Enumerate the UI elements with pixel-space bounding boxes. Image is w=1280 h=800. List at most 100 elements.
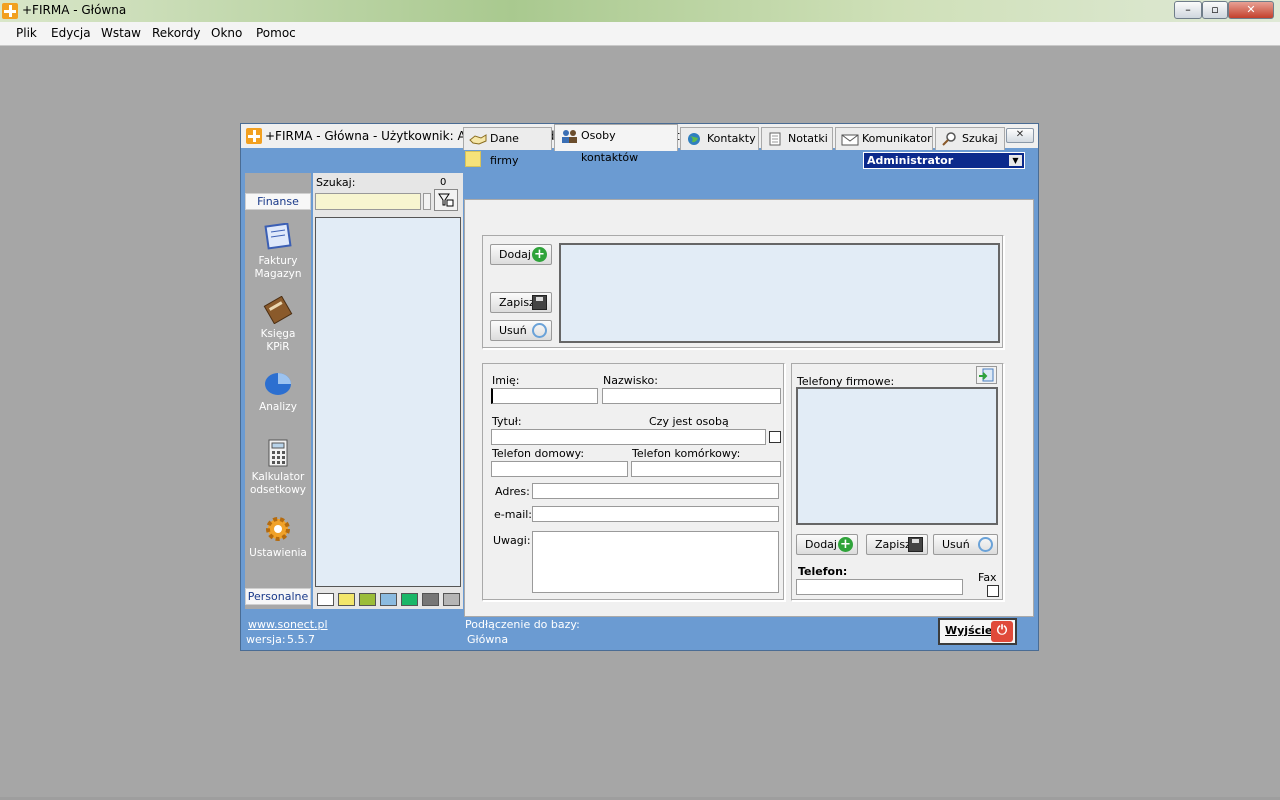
nav-label: Księga KPiR [260,328,296,353]
plus-icon: + [838,537,853,552]
color-swatch-olive[interactable] [359,593,376,606]
delete-phone-button[interactable]: Usuń [933,534,998,555]
version-label: wersja: [246,633,286,646]
minimize-button[interactable]: – [1174,1,1202,19]
company-phones-group: Telefony firmowe: Dodaj + Zapisz Usuń Te… [791,363,1004,601]
last-name-label: Nazwisko: [603,374,658,387]
user-select[interactable]: Administrator ▼ [863,152,1025,169]
people-icon [560,129,577,143]
fax-checkbox[interactable] [987,585,999,597]
search-input[interactable] [315,193,421,210]
nav-item-analizy[interactable]: Analizy [245,369,311,414]
nav-item-ksiega[interactable]: Księga KPiR [245,295,311,354]
home-phone-field[interactable] [491,461,628,477]
color-swatch-gray[interactable] [443,593,460,606]
nav-item-faktury[interactable]: Faktury Magazyn [245,222,311,281]
nav-tab-personalne[interactable]: Personalne [245,588,311,605]
tab-kontakty[interactable]: Kontakty [680,127,759,150]
contact-persons-list[interactable] [559,243,1000,343]
nav-label: Analizy [259,401,297,413]
filter-icon[interactable] [434,189,458,211]
add-phone-button[interactable]: Dodaj + [796,534,858,555]
power-icon: ⏻ [991,621,1013,642]
book-icon [263,295,293,325]
search-result-list[interactable] [315,217,461,587]
chevron-down-icon[interactable]: ▼ [1009,155,1022,166]
menu-wstaw[interactable]: Wstaw [101,26,141,40]
phone-field[interactable] [796,579,963,595]
app-logo-icon [246,128,262,144]
tab-label: Komunikator [862,132,932,145]
person-form-group: Imię: Nazwisko: Tytuł: Czy jest osobą de… [482,363,785,601]
company-phones-list[interactable] [796,387,998,525]
app-logo-icon [2,3,18,19]
phone-label: Telefon: [798,565,848,578]
exit-button[interactable]: Wyjście ⏻ [938,618,1017,645]
handshake-icon [469,132,487,146]
left-nav: Finanse Faktury Magazyn Księga KPiR Anal… [245,173,311,609]
menu-okno[interactable]: Okno [211,26,242,40]
button-label: Dodaj [499,248,531,261]
menu-edycja[interactable]: Edycja [51,26,91,40]
add-contact-button[interactable]: Dodaj + [490,244,552,265]
menu-pomoc[interactable]: Pomoc [256,26,296,40]
globe-icon [686,132,702,146]
search-clear-button[interactable] [423,193,431,210]
decision-maker-checkbox[interactable] [769,431,781,443]
color-swatch-green[interactable] [401,593,418,606]
color-swatch-blue[interactable] [380,593,397,606]
calculator-icon [263,439,293,467]
tab-notatki[interactable]: Notatki [761,127,833,150]
close-button[interactable]: ✕ [1228,1,1274,19]
nav-item-kalkulator[interactable]: Kalkulator odsetkowy [245,439,311,497]
tab-dane-firmy[interactable]: Dane firmy [463,127,552,167]
tab-label: Osoby kontaktów [581,129,639,164]
tab-label: Kontakty [707,132,756,145]
color-swatch-yellow[interactable] [338,593,355,606]
nav-tab-finanse[interactable]: Finanse [245,193,311,210]
title-field[interactable] [491,429,766,445]
tab-bar [463,173,1038,199]
save-phone-button[interactable]: Zapisz [866,534,928,555]
color-swatch-white[interactable] [317,593,334,606]
first-name-label: Imię: [492,374,520,387]
button-label: Usuń [499,324,527,337]
floppy-disk-icon [532,295,547,310]
nav-label: Ustawienia [249,547,307,559]
app-title-bar: +FIRMA - Główna – ▫ ✕ [0,0,1280,22]
nav-item-ustawienia[interactable]: Ustawienia [245,515,311,560]
last-name-field[interactable] [602,388,781,404]
menu-rekordy[interactable]: Rekordy [152,26,201,40]
maximize-button[interactable]: ▫ [1202,1,1228,19]
tab-komunikator[interactable]: Komunikator [835,127,933,150]
user-select-value: Administrator [867,154,954,167]
inner-close-button[interactable]: ✕ [1006,128,1034,143]
first-name-field[interactable] [491,388,598,404]
color-marker[interactable] [465,151,481,167]
tab-osoby-kontaktow[interactable]: Osoby kontaktów [554,124,678,164]
website-link[interactable]: www.sonect.pl [248,618,328,631]
color-swatch-dark-gray[interactable] [422,593,439,606]
email-field[interactable] [532,506,779,522]
magnifier-icon [941,132,957,146]
delete-contact-button[interactable]: Usuń [490,320,552,341]
db-connection-label: Podłączenie do bazy: [465,618,580,631]
tab-label: Notatki [788,132,828,145]
button-label: Wyjście [945,624,993,637]
home-phone-label: Telefon domowy: [492,447,585,460]
save-contact-button[interactable]: Zapisz [490,292,552,313]
address-label: Adres: [495,485,530,498]
tab-szukaj[interactable]: Szukaj [935,127,1005,150]
search-label: Szukaj: [316,176,356,189]
menu-plik[interactable]: Plik [16,26,37,40]
button-label: Usuń [942,538,970,551]
notes-field[interactable] [532,531,779,593]
nav-label: Faktury Magazyn [254,255,302,280]
mobile-phone-field[interactable] [631,461,781,477]
version-value: 5.5.7 [287,633,315,646]
import-icon[interactable] [976,366,997,384]
button-label: Zapisz [499,296,535,309]
status-bar: www.sonect.pl wersja: 5.5.7 Podłączenie … [241,617,1038,650]
floppy-disk-icon [908,537,923,552]
address-field[interactable] [532,483,779,499]
